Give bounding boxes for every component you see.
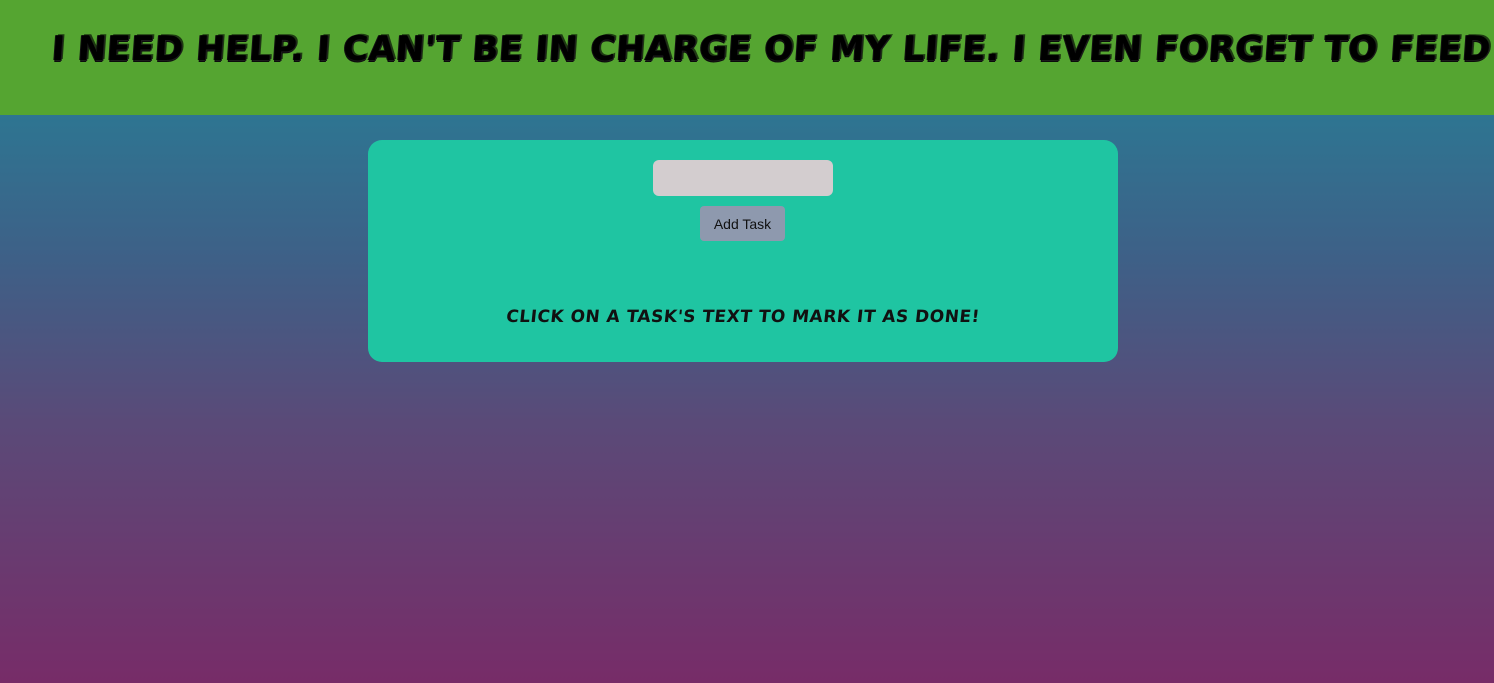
todo-panel: Add Task Click on a task's text to mark … bbox=[368, 140, 1118, 362]
page-header: I need help. I can't be in charge of my … bbox=[0, 0, 1494, 115]
page-title: I need help. I can't be in charge of my … bbox=[50, 29, 1494, 69]
task-input[interactable] bbox=[653, 160, 833, 196]
instruction-text: Click on a task's text to mark it as don… bbox=[505, 307, 981, 327]
add-task-button[interactable]: Add Task bbox=[700, 206, 785, 241]
